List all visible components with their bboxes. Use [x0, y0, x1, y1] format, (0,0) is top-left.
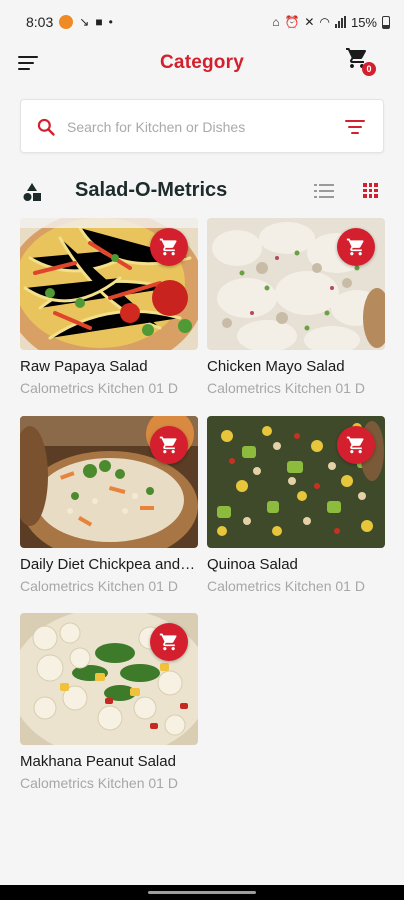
dish-name: Makhana Peanut Salad [20, 753, 176, 770]
dish-image [207, 218, 385, 350]
search-input[interactable] [67, 112, 337, 142]
status-time: 8:03 [26, 14, 54, 30]
add-to-cart-button[interactable] [337, 228, 375, 266]
dish-card[interactable]: Daily Diet Chickpea and Carrot Salad Cal… [20, 416, 198, 602]
battery-icon [382, 15, 390, 29]
add-to-cart-button[interactable] [150, 426, 188, 464]
dish-image [207, 416, 385, 548]
category-title: Salad-O-Metrics [75, 179, 228, 201]
signal-icon [334, 16, 346, 28]
add-cart-icon [159, 633, 177, 651]
lock-icon: ⌂ [272, 15, 280, 29]
search-bar [20, 99, 384, 153]
dish-card[interactable]: Makhana Peanut Salad Calometrics Kitchen… [20, 613, 198, 799]
system-navigation-bar [0, 885, 404, 900]
filter-icon[interactable] [345, 117, 367, 137]
dish-card[interactable]: Quinoa Salad Calometrics Kitchen 01 D [207, 416, 385, 602]
kitchen-name: Calometrics Kitchen 01 D [207, 380, 365, 396]
add-cart-icon [159, 238, 177, 256]
dish-name: Quinoa Salad [207, 556, 298, 573]
dish-name: Daily Diet Chickpea and Carrot Salad [20, 556, 198, 573]
notification-app-icon [59, 15, 74, 29]
dish-card[interactable]: Raw Papaya Salad Calometrics Kitchen 01 … [20, 218, 198, 404]
notification-icon: ■ [95, 15, 103, 29]
kitchen-name: Calometrics Kitchen 01 D [20, 380, 178, 396]
app-bar: Category 0 [0, 44, 404, 84]
cart-count-badge: 0 [362, 62, 376, 76]
add-cart-icon [346, 436, 364, 454]
alarm-icon: ⏰ [284, 15, 300, 29]
battery-percent: 15% [350, 14, 377, 30]
missed-call-icon: ↘ [79, 15, 90, 29]
shapes-icon [23, 183, 41, 201]
list-view-icon[interactable] [314, 184, 334, 198]
add-cart-icon [159, 436, 177, 454]
more-notifications-icon: • [108, 15, 113, 29]
dish-image [20, 218, 198, 350]
grid-view-icon[interactable] [363, 183, 378, 198]
mute-icon: ✕ [304, 15, 315, 29]
home-gesture-handle[interactable] [148, 891, 256, 894]
search-icon [37, 118, 55, 136]
wifi-icon: ◠ [319, 15, 330, 29]
add-to-cart-button[interactable] [337, 426, 375, 464]
kitchen-name: Calometrics Kitchen 01 D [20, 775, 178, 791]
status-bar: 8:03 ↘ ■ • ⌂ ⏰ ✕ ◠ 15% [0, 0, 404, 44]
dish-name: Raw Papaya Salad [20, 358, 148, 375]
dish-name: Chicken Mayo Salad [207, 358, 345, 375]
kitchen-name: Calometrics Kitchen 01 D [20, 578, 178, 594]
add-cart-icon [346, 238, 364, 256]
add-to-cart-button[interactable] [150, 623, 188, 661]
add-to-cart-button[interactable] [150, 228, 188, 266]
dish-image [20, 613, 198, 745]
dish-image [20, 416, 198, 548]
dish-card[interactable]: Chicken Mayo Salad Calometrics Kitchen 0… [207, 218, 385, 404]
cart-button[interactable]: 0 [344, 46, 378, 78]
kitchen-name: Calometrics Kitchen 01 D [207, 578, 365, 594]
